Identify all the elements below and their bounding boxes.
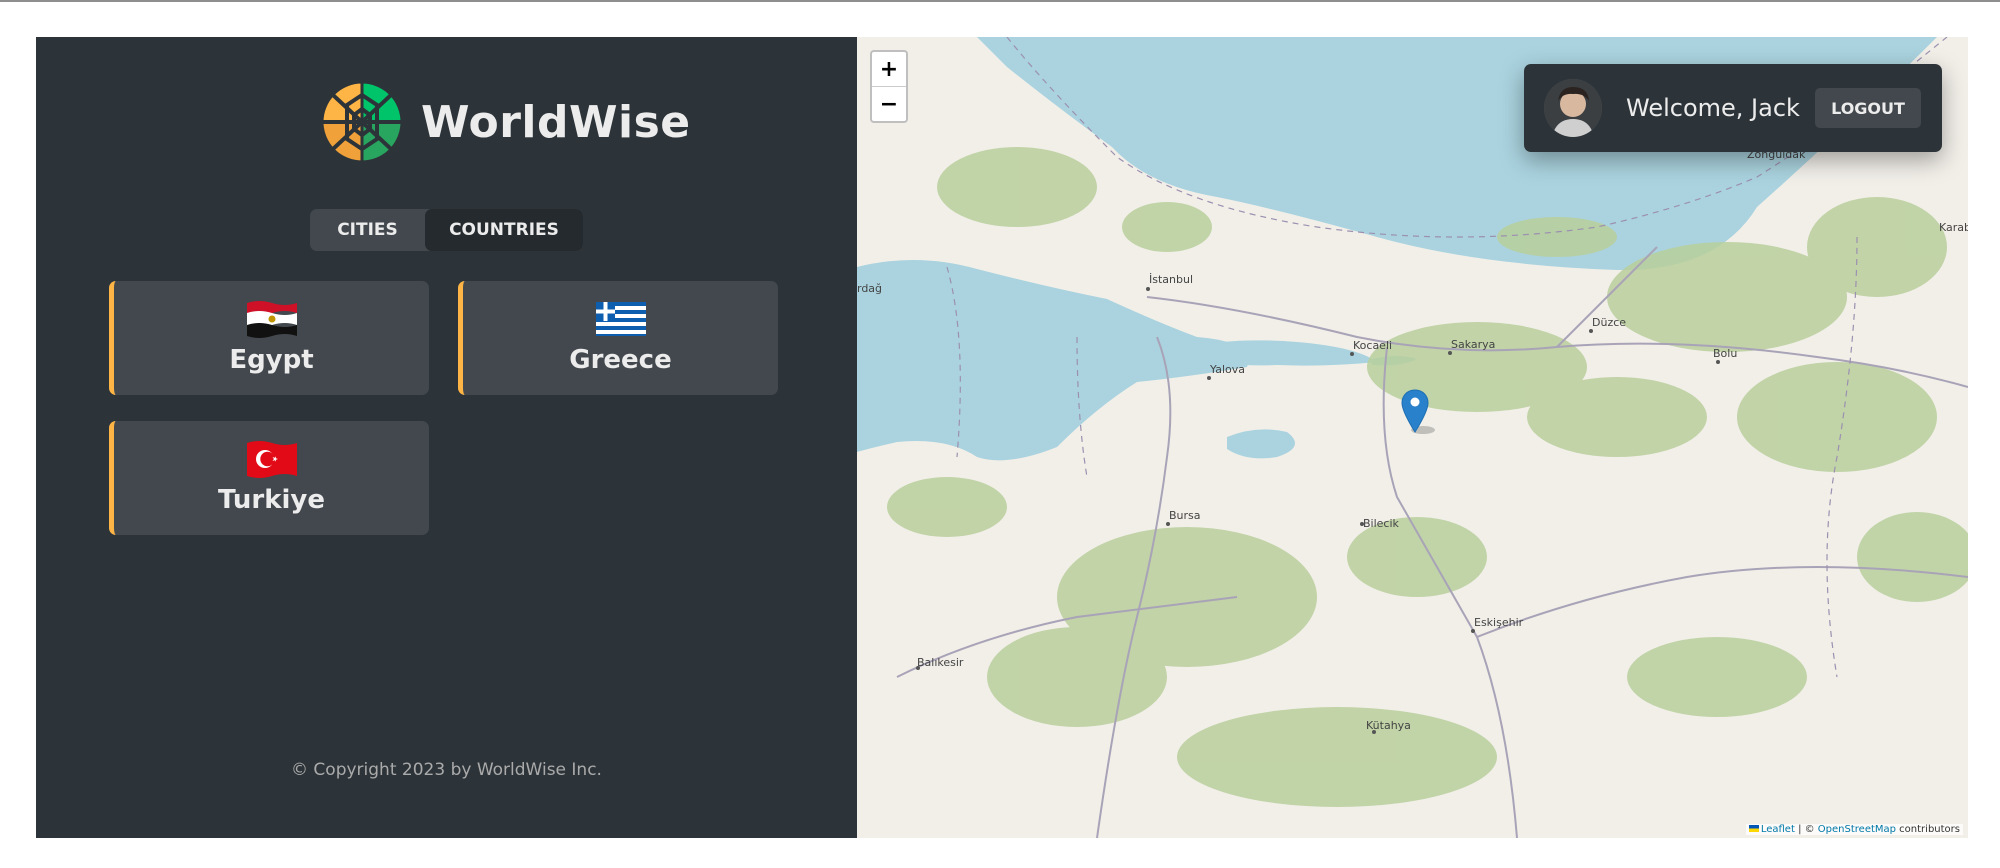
app-name: WorldWise	[421, 96, 691, 148]
map-city-label: Sakarya	[1451, 338, 1496, 351]
country-card-greece[interactable]: Greece	[458, 281, 778, 395]
map-city-label: Eskişehir	[1474, 616, 1524, 629]
map-city-label: Bursa	[1169, 509, 1201, 522]
globe-logo-icon	[321, 81, 403, 163]
greece-flag-icon	[595, 302, 646, 336]
user-avatar	[1544, 79, 1602, 137]
country-card-turkiye[interactable]: Turkiye	[109, 421, 429, 535]
copyright-text: © Copyright 2023 by WorldWise Inc.	[291, 760, 602, 780]
map-city-label: Kütahya	[1366, 719, 1411, 732]
attribution-sep: | ©	[1794, 824, 1818, 835]
osm-link[interactable]: OpenStreetMap	[1818, 824, 1896, 835]
egypt-flag-icon	[246, 301, 297, 338]
map-city-label: Düzce	[1592, 316, 1627, 329]
logo[interactable]: WorldWise	[321, 81, 691, 163]
tab-countries[interactable]: COUNTRIES	[425, 209, 583, 251]
country-name: Egypt	[229, 345, 314, 375]
app-layout: WorldWise CITIES COUNTRIES Egypt Greece …	[36, 37, 1968, 838]
map-attribution: Leaflet | © OpenStreetMap contributors	[1745, 824, 1963, 835]
map-marker-icon[interactable]	[1401, 388, 1441, 436]
map-city-label: Karabü	[1939, 221, 1968, 234]
country-name: Greece	[569, 345, 672, 375]
top-border	[0, 0, 2000, 2]
map-city-label: İstanbul	[1149, 273, 1194, 286]
country-card-egypt[interactable]: Egypt	[109, 281, 429, 395]
map-city-label: rdağ	[857, 282, 883, 295]
tab-cities[interactable]: CITIES	[310, 209, 425, 251]
tab-bar: CITIES COUNTRIES	[310, 209, 583, 251]
map-city-label: Kocaeli	[1353, 339, 1393, 352]
map[interactable]: İstanbul Kocaeli Sakarya Düzce Bolu Yalo…	[857, 37, 1968, 838]
map-city-label: Bolu	[1713, 347, 1738, 360]
map-city-label: Balıkesir	[917, 656, 964, 669]
map-city-label: Bilecik	[1363, 517, 1399, 530]
ukraine-flag-icon	[1748, 825, 1759, 832]
welcome-text: Welcome, Jack	[1626, 94, 1800, 122]
logout-button[interactable]: LOGOUT	[1815, 88, 1921, 128]
sidebar: WorldWise CITIES COUNTRIES Egypt Greece …	[36, 37, 857, 838]
leaflet-link[interactable]: Leaflet	[1761, 824, 1795, 835]
attribution-rest: contributors	[1896, 824, 1960, 835]
user-panel: Welcome, Jack LOGOUT	[1524, 64, 1942, 152]
turkiye-flag-icon	[246, 441, 297, 478]
zoom-in-button[interactable]: +	[872, 52, 906, 87]
map-city-label: Yalova	[1210, 363, 1245, 376]
zoom-out-button[interactable]: −	[872, 87, 906, 121]
zoom-control: + −	[870, 50, 908, 123]
country-name: Turkiye	[218, 485, 325, 515]
